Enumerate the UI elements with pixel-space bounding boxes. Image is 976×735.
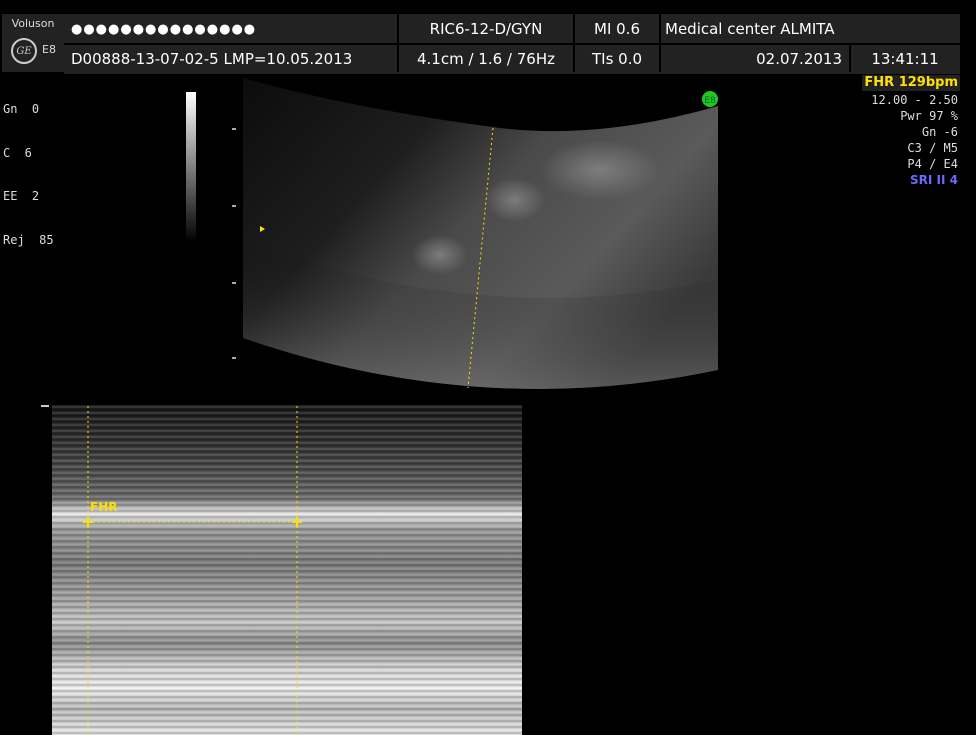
- m-mode-overlay: [41, 405, 298, 735]
- fhr-measure-label: FHR: [90, 500, 118, 514]
- caliper-start-icon[interactable]: [83, 517, 93, 527]
- caliper-end-icon[interactable]: [292, 517, 302, 527]
